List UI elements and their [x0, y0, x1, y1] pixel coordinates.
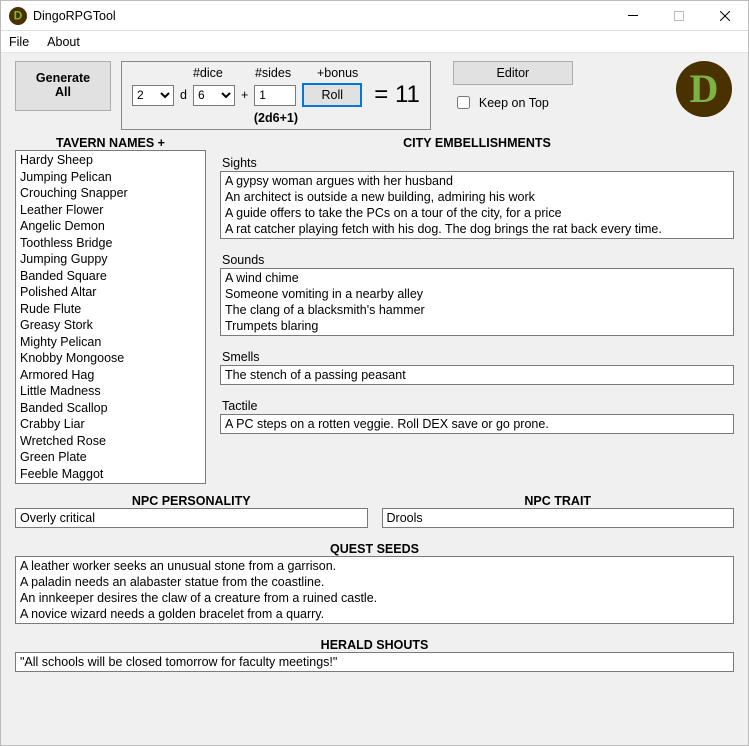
list-item[interactable]: Polished Altar	[20, 284, 201, 301]
list-item[interactable]: A wind chime	[225, 270, 729, 286]
bonus-input[interactable]	[254, 85, 296, 106]
herald-shouts-header: HERALD SHOUTS	[15, 638, 734, 652]
titlebar: DingoRPGTool	[1, 1, 748, 31]
list-item[interactable]: Banded Square	[20, 268, 201, 285]
list-item[interactable]: Banded Scallop	[20, 400, 201, 417]
list-item[interactable]: Crouching Snapper	[20, 185, 201, 202]
app-logo: D	[676, 61, 732, 117]
npc-personality-textbox[interactable]: Overly critical	[15, 508, 368, 528]
label-bonus: +bonus	[317, 66, 359, 80]
roll-button[interactable]: Roll	[302, 83, 362, 107]
list-item[interactable]: A paladin needs an alabaster statue from…	[20, 574, 729, 590]
npc-personality-header: NPC PERSONALITY	[15, 494, 368, 508]
list-item[interactable]: An architect is outside a new building, …	[225, 189, 729, 205]
list-item[interactable]: Greasy Stork	[20, 317, 201, 334]
tactile-label: Tactile	[222, 399, 734, 413]
roll-result: = 11	[374, 81, 420, 109]
list-item[interactable]: Leather Flower	[20, 202, 201, 219]
list-item[interactable]: Feeble Maggot	[20, 466, 201, 483]
window-close-button[interactable]	[702, 1, 748, 30]
list-item[interactable]: Wretched Rose	[20, 433, 201, 450]
label-ndice: #dice	[193, 66, 235, 80]
keep-on-top-label: Keep on Top	[479, 96, 549, 110]
quest-seeds-header: QUEST SEEDS	[15, 542, 734, 556]
list-item[interactable]: Someone vomiting in a nearby alley	[225, 286, 729, 302]
npc-trait-header: NPC TRAIT	[382, 494, 735, 508]
list-item[interactable]: An innkeeper desires the claw of a creat…	[20, 590, 729, 606]
sounds-textbox[interactable]: A wind chimeSomeone vomiting in a nearby…	[220, 268, 734, 336]
smells-textbox[interactable]: The stench of a passing peasant	[220, 365, 734, 385]
sights-label: Sights	[222, 156, 734, 170]
list-item[interactable]: Mighty Pelican	[20, 334, 201, 351]
close-icon	[720, 11, 730, 21]
list-item[interactable]: A novice wizard needs a golden bracelet …	[20, 606, 729, 622]
ndice-select[interactable]: 2	[132, 85, 174, 106]
tavern-names-listbox[interactable]: Hardy SheepJumping PelicanCrouching Snap…	[15, 150, 206, 484]
list-item[interactable]: Jumping Guppy	[20, 251, 201, 268]
menu-about[interactable]: About	[47, 35, 80, 49]
nsides-select[interactable]: 6	[193, 85, 235, 106]
window-maximize-button[interactable]	[656, 1, 702, 30]
list-item[interactable]: Jumping Pelican	[20, 169, 201, 186]
keep-on-top-checkbox[interactable]: Keep on Top	[453, 93, 549, 112]
label-nsides: #sides	[255, 66, 297, 80]
list-item[interactable]: Trumpets blaring	[225, 318, 729, 334]
quest-seeds-textbox[interactable]: A leather worker seeks an unusual stone …	[15, 556, 734, 624]
list-item[interactable]: Crabby Liar	[20, 416, 201, 433]
smells-label: Smells	[222, 350, 734, 364]
list-item[interactable]: Toothless Bridge	[20, 235, 201, 252]
window-title: DingoRPGTool	[33, 9, 610, 23]
dice-roller-panel: #dice #sides +bonus 2 d 6 + Roll = 11 (2…	[121, 61, 431, 130]
list-item[interactable]: A leather worker seeks an unusual stone …	[20, 558, 729, 574]
minimize-icon	[628, 15, 638, 16]
dice-formula: (2d6+1)	[254, 111, 298, 125]
window-minimize-button[interactable]	[610, 1, 656, 30]
maximize-icon	[674, 11, 684, 21]
menubar: File About	[1, 31, 748, 53]
tactile-textbox[interactable]: A PC steps on a rotten veggie. Roll DEX …	[220, 414, 734, 434]
tavern-names-header[interactable]: TAVERN NAMES +	[15, 136, 206, 150]
app-icon	[9, 7, 27, 25]
sights-textbox[interactable]: A gypsy woman argues with her husbandAn …	[220, 171, 734, 239]
list-item[interactable]: Armored Hag	[20, 367, 201, 384]
app-window: DingoRPGTool File About Generate All #di…	[0, 0, 749, 746]
list-item[interactable]: The clang of a blacksmith's hammer	[225, 302, 729, 318]
list-item[interactable]: A gypsy woman argues with her husband	[225, 173, 729, 189]
list-item[interactable]: Little Madness	[20, 383, 201, 400]
list-item[interactable]: Hardy Sheep	[20, 152, 201, 169]
list-item[interactable]: Rude Flute	[20, 301, 201, 318]
menu-file[interactable]: File	[9, 35, 29, 49]
list-item[interactable]: A rat catcher playing fetch with his dog…	[225, 221, 729, 237]
list-item[interactable]: Knobby Mongoose	[20, 350, 201, 367]
list-item[interactable]: Green Plate	[20, 449, 201, 466]
city-embellishments-header: CITY EMBELLISHMENTS	[220, 136, 734, 150]
d-label: d	[180, 88, 187, 102]
npc-trait-textbox[interactable]: Drools	[382, 508, 735, 528]
logo-letter-icon: D	[690, 69, 719, 109]
sounds-label: Sounds	[222, 253, 734, 267]
list-item[interactable]: A guide offers to take the PCs on a tour…	[225, 205, 729, 221]
editor-button[interactable]: Editor	[453, 61, 573, 85]
keep-on-top-input[interactable]	[457, 96, 470, 109]
generate-all-button[interactable]: Generate All	[15, 61, 111, 111]
plus-label: +	[241, 88, 248, 102]
list-item[interactable]: Angelic Demon	[20, 218, 201, 235]
herald-shouts-textbox[interactable]: "All schools will be closed tomorrow for…	[15, 652, 734, 672]
